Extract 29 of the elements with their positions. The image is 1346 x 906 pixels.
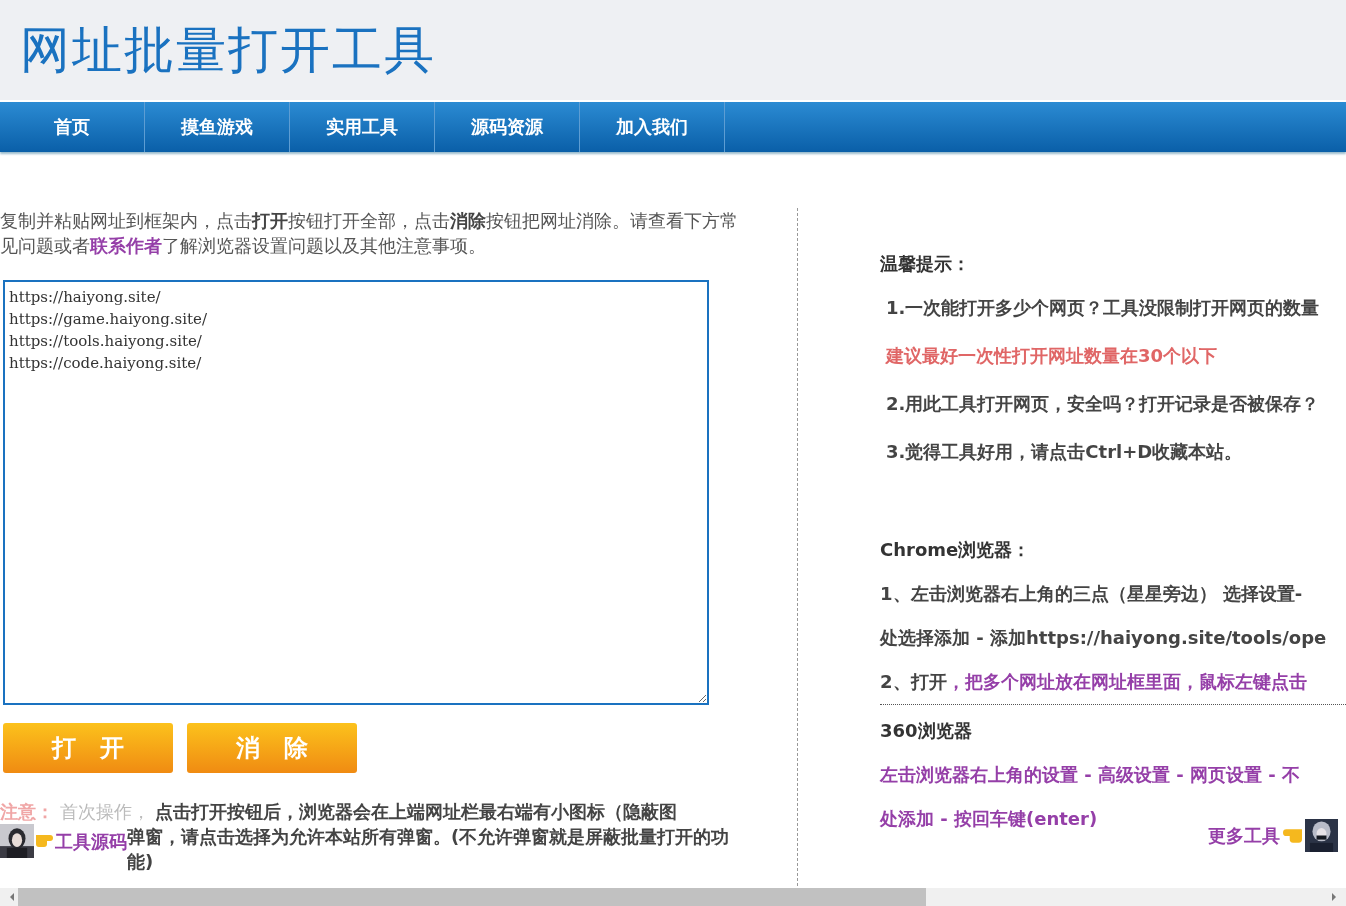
- notice-text: 点击打开按钮后，浏览器会在上端网址栏最右端有小图标（隐蔽图: [155, 801, 678, 822]
- notice-text: 首次操作，: [59, 801, 150, 822]
- tip-text: 1.一次能打开多少个网页？工具没限制打开网页的数量: [886, 296, 1321, 320]
- tip-text: 2.用此工具打开网页，安全吗？打开记录是否被保存？: [886, 392, 1321, 416]
- instruction-text: 2、打开: [880, 671, 947, 692]
- tips-title: 温馨提示：: [880, 252, 971, 276]
- url-input-field[interactable]: https://haiyong.site/ https://game.haiyong.site/ https://tools.haiyong.site/ https://code.haiyong.site/: [3, 280, 709, 705]
- nav-link[interactable]: 加入我们: [580, 102, 725, 152]
- instruction-text: 左击浏览器右上角的设置 - 高级设置 - 网页设置 - 不: [880, 764, 1300, 785]
- section-title: Chrome浏览器：: [880, 538, 1032, 562]
- nav-link[interactable]: 源码资源: [435, 102, 580, 152]
- nav-link[interactable]: 摸鱼游戏: [145, 102, 290, 152]
- nav-link[interactable]: 实用工具: [290, 102, 435, 152]
- section-title: 360浏览器: [880, 719, 973, 743]
- nav-link[interactable]: 首页: [0, 102, 145, 152]
- tip-text: 3.觉得工具好用，请点击Ctrl+D收藏本站。: [886, 440, 1244, 464]
- instruction-text: 处选择添加 - 添加https://haiyong.site/tools/ope: [880, 627, 1327, 648]
- source-code-link[interactable]: 工具源码: [55, 828, 127, 854]
- contact-link[interactable]: 联系作者: [90, 235, 162, 256]
- intro-text: 复制并粘贴网址到框架内，点击打开按钮打开全部，点击消除按钮把网址消除。请查看下方常见问题或者联系作者了解浏览器设置问题以及其他注意事项。: [0, 209, 739, 258]
- notice-label: 注意：: [0, 801, 54, 822]
- notice-text: 弹窗，请点击选择为允许本站所有弹窗。(不允许弹窗就是屏蔽批量打开的功能): [127, 825, 731, 874]
- tip-text: 建议最好一次性打开网址数量在30个以下: [886, 344, 1219, 368]
- instruction-text: ，把多个网址放在网址框里面，鼠标左键点击: [946, 671, 1307, 692]
- site-title: 网址批量打开工具: [20, 19, 436, 81]
- instruction-text: 处添加 - 按回车键(enter): [880, 808, 1098, 829]
- instruction-text: 1、左击浏览器右上角的三点（星星旁边） 选择设置-: [880, 583, 1303, 604]
- horizontal-scrollbar[interactable]: [0, 888, 1346, 906]
- more-tools-link[interactable]: 更多工具: [1208, 823, 1280, 848]
